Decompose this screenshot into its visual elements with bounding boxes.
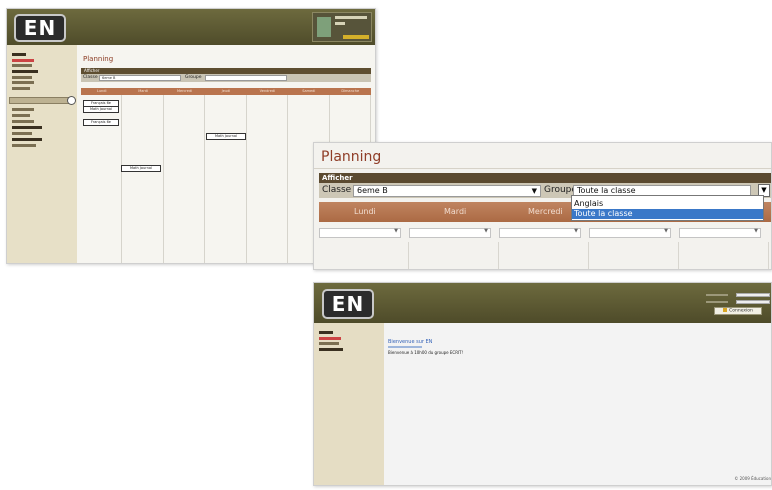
- sidebar: [7, 45, 77, 263]
- home-main: Bienvenue sur EN Bienvenue à 10h00 du gr…: [384, 323, 771, 485]
- day-header: Mardi: [444, 207, 467, 216]
- day-header: Mardi: [138, 89, 148, 93]
- event-block[interactable]: Math Journal: [121, 165, 161, 172]
- page-title: Planning: [321, 149, 382, 165]
- filter-bar-label: Afficher: [322, 174, 353, 182]
- days-header: Lundi Mardi Mercredi Jeudi Vendredi Same…: [81, 88, 371, 95]
- day-group-select[interactable]: ▼: [589, 228, 671, 238]
- planning-grid: [319, 242, 771, 269]
- en-logo[interactable]: EN: [322, 289, 374, 319]
- sidebar-item[interactable]: [12, 120, 34, 123]
- classe-label: Classe: [322, 185, 352, 195]
- chevron-down-icon: ▼: [754, 228, 758, 234]
- day-header: Mercredi: [528, 207, 563, 216]
- user-role: [335, 22, 345, 25]
- chevron-down-icon: ▼: [574, 228, 578, 234]
- dropdown-option-selected[interactable]: Toute la classe: [572, 209, 763, 219]
- filter-bar: Afficher: [319, 173, 771, 183]
- event-block[interactable]: Français 6e: [83, 119, 119, 126]
- sidebar-heading: [319, 331, 333, 334]
- sidebar-heading: [12, 126, 42, 129]
- password-label: [706, 301, 728, 303]
- dropdown-option[interactable]: Anglais: [572, 199, 763, 209]
- group-select-row: ▼ ▼ ▼ ▼ ▼: [319, 228, 771, 242]
- en-logo[interactable]: EN: [14, 14, 66, 42]
- chevron-down-icon: ▼: [664, 228, 668, 234]
- sidebar-heading: [319, 348, 343, 351]
- day-header: Mercredi: [176, 89, 193, 93]
- footer-copyright: © 2009 Éducation: [734, 476, 771, 481]
- classe-value: 6eme B: [357, 186, 388, 195]
- sidebar-heading: [12, 70, 38, 73]
- event-block[interactable]: Math Journal: [206, 133, 246, 140]
- page-title: Planning: [83, 55, 114, 63]
- classe-label: Classe: [83, 75, 98, 80]
- sidebar-item[interactable]: [12, 114, 30, 117]
- sidebar-item[interactable]: [12, 59, 34, 62]
- connect-button[interactable]: Connexion: [714, 307, 762, 315]
- username-field[interactable]: [736, 293, 770, 297]
- sidebar-item[interactable]: [12, 132, 32, 135]
- sidebar-item[interactable]: [12, 64, 32, 67]
- groupe-label: Groupe: [185, 75, 202, 80]
- sidebar-item[interactable]: [319, 337, 341, 340]
- sidebar-item[interactable]: [12, 108, 34, 111]
- day-group-select[interactable]: ▼: [409, 228, 491, 238]
- divider: [314, 168, 771, 169]
- avatar: [317, 17, 331, 37]
- user-name: [335, 16, 367, 19]
- chevron-down-icon: ▼: [531, 187, 537, 195]
- sidebar: [314, 323, 384, 485]
- filter-row: Classe 6eme B Groupe: [81, 74, 371, 82]
- day-group-select[interactable]: ▼: [319, 228, 401, 238]
- day-group-select[interactable]: ▼: [679, 228, 761, 238]
- groupe-dropdown-list: Anglais Toute la classe: [571, 195, 764, 221]
- connect-label: Connexion: [729, 308, 753, 314]
- news-date: [388, 346, 422, 348]
- sidebar-item[interactable]: [319, 342, 339, 345]
- key-icon: [723, 308, 728, 312]
- day-header: Samedi: [302, 89, 316, 93]
- chevron-down-icon: ▼: [484, 228, 488, 234]
- sidebar-heading: [12, 53, 26, 56]
- app-header: EN: [7, 9, 375, 45]
- classe-select[interactable]: 6eme B ▼: [353, 185, 541, 197]
- sidebar-item[interactable]: [12, 81, 34, 84]
- day-group-select[interactable]: ▼: [499, 228, 581, 238]
- day-header: Vendredi: [259, 89, 276, 93]
- chevron-down-icon: ▼: [394, 228, 398, 234]
- login-label: [706, 294, 728, 296]
- day-header: Jeudi: [221, 89, 231, 93]
- classe-select[interactable]: 6eme B: [99, 75, 181, 81]
- password-field[interactable]: [736, 300, 770, 304]
- day-header: Lundi: [96, 89, 107, 93]
- day-header: Dimanche: [341, 89, 360, 93]
- user-box[interactable]: [312, 12, 372, 42]
- sidebar-heading: [12, 138, 42, 141]
- event-block[interactable]: Math Journal: [83, 106, 119, 113]
- logout-button[interactable]: [343, 35, 369, 39]
- day-header: Lundi: [354, 207, 376, 216]
- app-header: EN Connexion: [314, 283, 771, 323]
- screenshot-home: EN Connexion Bienvenue sur EN Bienvenue …: [313, 282, 772, 486]
- news-body: Bienvenue à 10h00 du groupe ECRIT!: [388, 350, 464, 355]
- cursor-icon: [67, 96, 76, 105]
- sidebar-item-planning[interactable]: [9, 96, 76, 105]
- news-title[interactable]: Bienvenue sur EN: [388, 339, 432, 345]
- sidebar-item[interactable]: [12, 87, 30, 90]
- groupe-select[interactable]: [205, 75, 287, 81]
- groupe-value: Toute la classe: [577, 186, 636, 195]
- sidebar-item[interactable]: [12, 144, 36, 147]
- sidebar-item[interactable]: [12, 76, 32, 79]
